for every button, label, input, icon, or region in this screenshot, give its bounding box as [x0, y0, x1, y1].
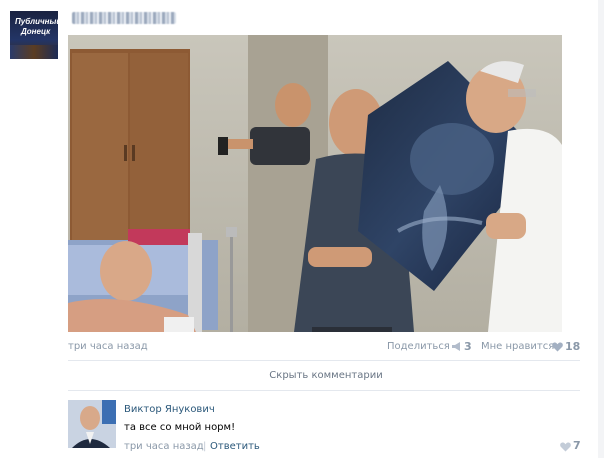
group-name-blurred[interactable] [72, 12, 176, 24]
reply-button[interactable]: Ответить [210, 441, 260, 452]
page-edge [598, 0, 604, 458]
avatar[interactable] [68, 400, 116, 448]
hide-comments-link[interactable]: Скрыть комментарии [0, 370, 604, 381]
avatar-image [68, 400, 116, 448]
group-avatar-text-1: Публичный [15, 17, 58, 26]
divider [68, 360, 580, 361]
heart-icon[interactable] [552, 342, 563, 352]
comment-author-link[interactable]: Виктор Янукович [124, 404, 215, 415]
comment-text: та все со мной норм! [124, 422, 236, 433]
post-photo[interactable] [68, 35, 562, 332]
city-skyline-image [10, 45, 58, 59]
comment-separator: | [203, 441, 207, 452]
photo-scene-illustration [68, 35, 562, 332]
post-time[interactable]: три часа назад [68, 341, 148, 352]
like-count: 18 [565, 340, 581, 353]
comment-item: Виктор Янукович та все со мной норм! три… [0, 396, 604, 458]
group-avatar-text-2: Донецк [21, 27, 51, 36]
heart-icon[interactable] [560, 442, 571, 452]
post-meta: три часа назад Поделиться 3 Мне нравится… [68, 339, 580, 355]
comment-like-count: 7 [573, 439, 581, 452]
share-button[interactable]: Поделиться [387, 341, 450, 352]
share-count: 3 [464, 340, 472, 353]
group-avatar[interactable]: Публичный Донецк [10, 11, 58, 59]
divider [68, 390, 580, 391]
like-button[interactable]: Мне нравится [481, 341, 554, 352]
comment-time[interactable]: три часа назад [124, 441, 204, 452]
megaphone-icon[interactable] [452, 342, 462, 351]
